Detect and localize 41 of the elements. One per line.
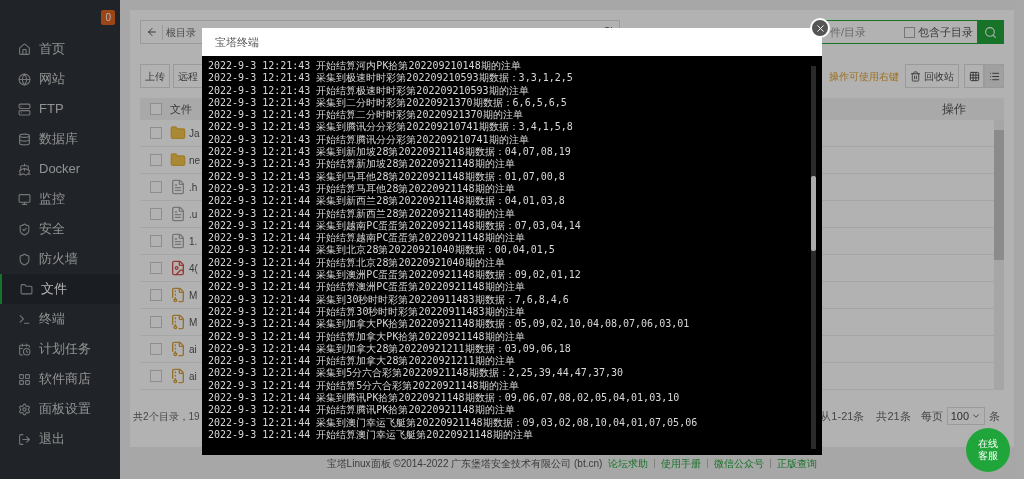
terminal-line: 2022-9-3 12:21:43 开始结算腾讯分分彩第202209210741期的注单 bbox=[208, 133, 530, 146]
terminal-line: 2022-9-3 12:21:44 开始结算加拿大28第20220921211期的注单 bbox=[208, 355, 516, 367]
copyright-text: 宝塔Linux面板 ©2014-2022 广东堡塔安全技术有限公司 (bt.cn) bbox=[326, 456, 603, 471]
column-header: 文件 bbox=[170, 101, 192, 117]
terminal-line: 2022-9-3 12:21:44 开始结算腾讯PK拾第20220921148期的注单 bbox=[208, 404, 516, 417]
terminal-line: 2022-9-3 12:21:44 采集到新西兰28第20220921148期数据：04,01,03,8 bbox=[208, 195, 566, 208]
hint-text: 操作可使用右键 bbox=[829, 69, 899, 84]
summary-text: 共2个目录，19 bbox=[133, 409, 200, 424]
page-total: 共21条 bbox=[875, 408, 912, 424]
terminal-line: 2022-9-3 12:21:43 采集到二分时时彩第20220921370期数据：6,6,5,6,5 bbox=[208, 96, 568, 109]
page-range: 从1-21条 bbox=[819, 408, 866, 424]
terminal-line: 2022-9-3 12:21:44 采集到澳门幸运飞艇第20220921148期数据：09,03,02,08,10,04,01,07,05,06 bbox=[208, 416, 699, 429]
terminal-line: 2022-9-3 12:21:44 开始结算北京28第20220921040期的注单 bbox=[208, 256, 506, 269]
terminal-line: 2022-9-3 12:21:44 采集到加拿大28第20220921211期数据：03,09,06,18 bbox=[208, 342, 572, 355]
terminal-line: 2022-9-3 12:21:44 开始结算5分六合彩第20220921148期的注单 bbox=[208, 379, 520, 392]
terminal-line: 2022-9-3 12:21:43 采集到腾讯分分彩第202209210741期数据：3,4,1,5,8 bbox=[208, 121, 574, 134]
terminal-line: 2022-9-3 12:21:44 开始结算30秒时时彩第20220911483期的注单 bbox=[208, 305, 526, 318]
terminal-line: 2022-9-3 12:21:43 采集到新加坡28第20220921148期数据：04,07,08,19 bbox=[208, 146, 572, 158]
terminal-line: 2022-9-3 12:21:43 开始结算极速时时彩第202209210593期的注单 bbox=[208, 84, 530, 97]
terminal-line: 2022-9-3 12:21:44 采集到北京28第20220921040期数据：00,04,01,5 bbox=[208, 244, 556, 257]
terminal-line: 2022-9-3 12:21:44 采集到30秒时时彩第20220911483期数据：7,6,8,4,6 bbox=[208, 293, 570, 306]
terminal-line: 2022-9-3 12:21:43 开始结算河内PK拾第202209210148期的注单 bbox=[208, 60, 522, 72]
terminal-line: 2022-9-3 12:21:44 采集到澳洲PC蛋蛋第20220921148期数据：09,02,01,12 bbox=[208, 269, 582, 281]
terminal-line: 2022-9-3 12:21:44 开始结算澳洲PC蛋蛋第20220921148期的注单 bbox=[208, 281, 526, 294]
terminal-line: 2022-9-3 12:21:44 开始结算澳门幸运飞艇第20220921148期的注单 bbox=[208, 428, 534, 442]
terminal-line: 2022-9-3 12:21:43 开始结算马耳他28第20220921148期的注单 bbox=[208, 182, 516, 195]
dialog-title: 宝塔终端 bbox=[215, 34, 259, 50]
terminal-line: 2022-9-3 12:21:43 采集到极速时时彩第202209210593期数据：3,3,1,2,5 bbox=[208, 72, 574, 85]
terminal-line: 2022-9-3 12:21:44 开始结算加拿大PK拾第20220921148期的注单 bbox=[208, 330, 526, 343]
terminal-line: 2022-9-3 12:21:44 开始结算新西兰28第20220921148期的注单 bbox=[208, 207, 516, 220]
terminal-line: 2022-9-3 12:21:43 采集到马耳他28第20220921148期数据：01,07,00,8 bbox=[208, 170, 566, 183]
per-page-unit: 条 bbox=[988, 408, 1001, 424]
terminal-line: 2022-9-3 12:21:44 采集到腾讯PK拾第20220921148期数据：09,06,07,08,02,05,04,01,03,10 bbox=[208, 392, 681, 404]
terminal-line: 2022-9-3 12:21:44 采集到越南PC蛋蛋第20220921148期数据：07,03,04,14 bbox=[208, 219, 582, 232]
terminal-line: 2022-9-3 12:21:43 开始结算新加坡28第20220921148期的注单 bbox=[208, 158, 516, 171]
terminal-line: 2022-9-3 12:21:44 采集到加拿大PK拾第20220921148期数据：05,09,02,10,04,08,07,06,03,01 bbox=[208, 318, 691, 331]
terminal-line: 2022-9-3 12:21:44 开始结算越南PC蛋蛋第20220921148期的注单 bbox=[208, 232, 526, 244]
terminal-line: 2022-9-3 12:21:43 开始结算二分时时彩第20220921370期的注单 bbox=[208, 109, 524, 121]
column-header: 操作 bbox=[942, 101, 966, 118]
per-page-label: 每页 bbox=[919, 408, 944, 424]
terminal-line: 2022-9-3 12:21:44 采集到5分六合彩第20220921148期数据：2,25,39,44,47,37,30 bbox=[208, 367, 624, 380]
